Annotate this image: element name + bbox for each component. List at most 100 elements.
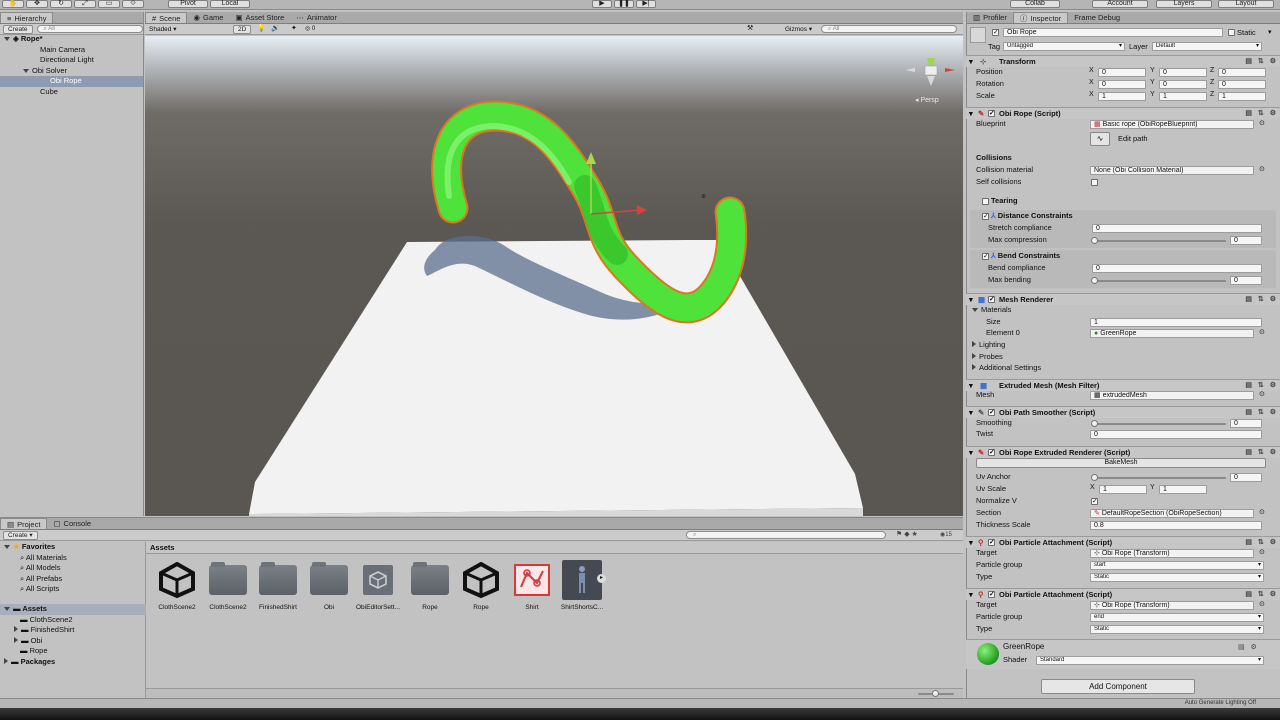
hierarchy-item-obi-solver[interactable]: Obi Solver [0,66,143,77]
tab-game[interactable]: ◉ Game [187,12,229,23]
tab-console[interactable]: ▢ Console [47,518,97,529]
packages-root[interactable]: ▬ Packages [4,657,55,668]
attachment1-type-dropdown[interactable]: Static ▾ [1090,573,1264,582]
bend-constraints-checkbox[interactable] [982,252,989,261]
position-x[interactable]: 0 [1098,68,1146,77]
component-menu-icons[interactable]: ▤ ⇅ ⚙ [1245,294,1278,305]
uv-anchor-knob[interactable] [1091,474,1098,481]
additional-settings-foldout[interactable]: Additional Settings [972,363,1041,372]
asset-obi-folder[interactable]: Obi [307,562,351,611]
layout-dropdown[interactable]: Layout [1218,0,1274,8]
pivot-toggle[interactable]: Pivot [168,0,208,8]
hierarchy-item-cube[interactable]: Cube [0,87,143,98]
bake-mesh-button[interactable]: BakeMesh [976,458,1266,468]
object-picker-icon[interactable]: ⊙ [1259,508,1265,516]
scale-tool-button[interactable]: ⤢ [74,0,96,8]
foldout-arrow-icon[interactable]: ▾ [969,294,973,305]
icon-size-knob[interactable] [932,690,939,697]
mode-2d-toggle[interactable]: 2D [233,25,252,34]
tab-inspector[interactable]: ⓘ Inspector [1012,12,1069,23]
scene-search-input[interactable]: ⌕ All [821,25,957,33]
edit-path-button[interactable]: ∿ [1090,132,1110,146]
max-compression-knob[interactable] [1091,237,1098,244]
favorite-all-prefabs[interactable]: ⌕ All Prefabs [20,574,62,585]
uv-scale-x[interactable]: 1 [1099,485,1147,494]
static-checkbox[interactable] [1228,29,1235,36]
thickness-scale-field[interactable]: 0.8 [1090,521,1262,530]
object-picker-icon[interactable]: ⊙ [1259,165,1265,173]
tools-icon[interactable]: ⚒ [747,24,753,32]
smoothing-field[interactable]: 0 [1230,419,1262,428]
gizmos-dropdown[interactable]: Gizmos ▾ [785,25,812,33]
add-component-button[interactable]: Add Component [1041,679,1195,694]
asset-shirtshorts[interactable]: ▸ ShirtShortsC... [560,560,606,611]
tab-animator[interactable]: ⋯ Animator [290,12,343,23]
assets-root[interactable]: ▬ Assets [0,604,146,615]
object-picker-icon[interactable]: ⊙ [1259,390,1265,398]
view-gizmo-y-neg[interactable] [927,76,935,86]
attachment2-enabled-checkbox[interactable] [988,590,995,599]
layer-dropdown[interactable]: Default ▾ [1152,42,1262,51]
mesh-renderer-enabled-checkbox[interactable] [988,295,995,304]
probes-foldout[interactable]: Probes [972,352,1003,361]
tab-profiler[interactable]: ▥ Profiler [967,12,1013,23]
asset-clothscene2-folder[interactable]: ClothScene2 [206,562,250,611]
path-smoother-enabled-checkbox[interactable] [988,408,995,417]
attachment1-group-dropdown[interactable]: start ▾ [1090,561,1264,570]
distance-constraints-checkbox[interactable] [982,212,989,221]
blueprint-field[interactable]: ▦ Basic rope (ObiRopeBlueprint) [1090,120,1254,129]
scale-z[interactable]: 1 [1218,92,1266,101]
mesh-filter-header[interactable]: ▾ ▦ Extruded Mesh (Mesh Filter) ▤ ⇅ ⚙ [966,379,1280,391]
tree-folder-rope[interactable]: ▬ Rope [20,646,48,657]
extruded-renderer-enabled-checkbox[interactable] [988,448,995,457]
hierarchy-search-input[interactable]: ⌕ All [36,25,143,33]
asset-shirt-blueprint[interactable]: Shirt [510,562,554,611]
rotation-z[interactable]: 0 [1218,80,1266,89]
lighting-foldout[interactable]: Lighting [972,340,1005,349]
tree-folder-clothscene2[interactable]: ▬ ClothScene2 [20,615,73,626]
component-menu-icons[interactable]: ▤ ⇅ ⚙ [1245,589,1278,600]
hierarchy-item-directional-light[interactable]: Directional Light [0,55,143,66]
attachment2-header[interactable]: ▾ ⚲ Obi Particle Attachment (Script) ▤ ⇅… [966,588,1280,600]
scene-viewport[interactable]: ⊕ ◂ Persp [145,36,963,516]
scene-root[interactable]: ◈ Rope* [0,34,143,45]
attachment1-enabled-checkbox[interactable] [988,538,995,547]
pause-button[interactable]: ❚❚ [614,0,634,8]
favorites-header[interactable]: ★ Favorites [4,542,55,553]
persp-label[interactable]: ◂ Persp [915,96,939,104]
local-toggle[interactable]: Local [210,0,250,8]
component-menu-icons[interactable]: ▤ ⇅ ⚙ [1245,447,1278,458]
tab-project[interactable]: ▤ Project [0,518,48,529]
object-name-field[interactable]: Obi Rope [1003,28,1223,37]
max-bending-slider[interactable] [1094,280,1226,282]
path-smoother-header[interactable]: ▾ ✎ Obi Path Smoother (Script) ▤ ⇅ ⚙ [966,406,1280,418]
rect-tool-button[interactable]: ▭ [98,0,120,8]
collab-dropdown[interactable]: Collab [1010,0,1060,8]
scale-y[interactable]: 1 [1159,92,1207,101]
tearing-checkbox[interactable] [982,198,989,205]
asset-rope-folder[interactable]: Rope [408,562,452,611]
section-field[interactable]: ✎ DefaultRopeSection (ObiRopeSection) [1090,509,1254,518]
uv-anchor-slider[interactable] [1094,477,1226,479]
object-picker-icon[interactable]: ⊙ [1259,328,1265,336]
materials-size-field[interactable]: 1 [1090,318,1262,327]
normalize-v-checkbox[interactable] [1091,497,1098,506]
shading-dropdown[interactable]: Shaded ▾ [149,25,177,33]
project-search-input[interactable]: ⌕ [686,531,886,539]
object-picker-icon[interactable]: ⊙ [1259,600,1265,608]
object-picker-icon[interactable]: ⊙ [1259,548,1265,556]
rotate-tool-button[interactable]: ↻ [50,0,72,8]
component-menu-icons[interactable]: ▤ ⇅ ⚙ [1245,108,1278,119]
tab-asset-store[interactable]: ▣ Asset Store [229,12,290,23]
obi-rope-header[interactable]: ▾ ✎ Obi Rope (Script) ▤ ⇅ ⚙ [966,107,1280,119]
foldout-arrow-icon[interactable]: ▾ [969,447,973,458]
attachment2-group-dropdown[interactable]: end ▾ [1090,613,1264,622]
smoothing-knob[interactable] [1091,420,1098,427]
foldout-arrow-icon[interactable]: ▾ [969,589,973,600]
hand-tool-button[interactable]: ✋ [2,0,24,8]
shader-dropdown[interactable]: Standard ▾ [1036,656,1264,665]
object-picker-icon[interactable]: ⊙ [1259,119,1265,127]
expand-arrow-icon[interactable]: ▸ [597,574,606,583]
foldout-arrow-icon[interactable]: ▾ [969,537,973,548]
smoothing-slider[interactable] [1094,423,1226,425]
